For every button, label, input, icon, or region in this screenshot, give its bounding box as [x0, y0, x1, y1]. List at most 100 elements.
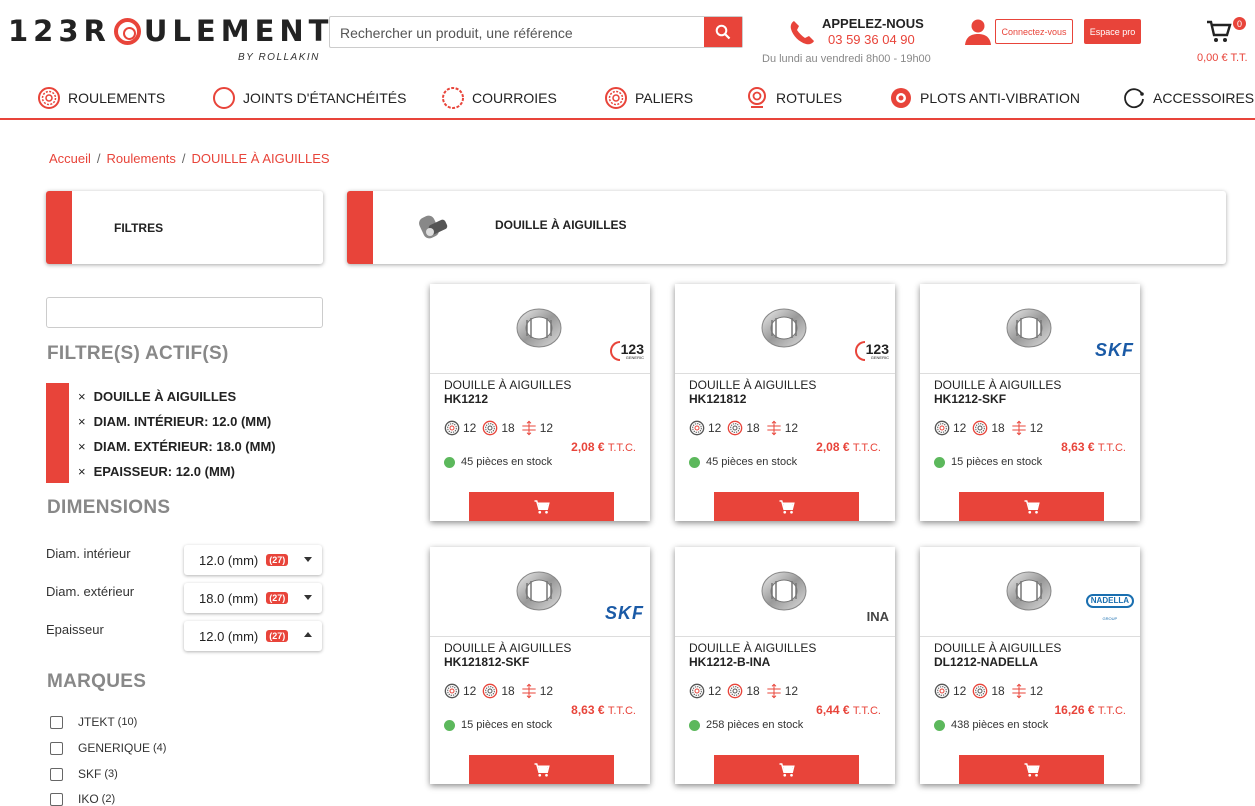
checkbox[interactable] [50, 715, 63, 729]
inner-diameter-icon [444, 420, 460, 436]
product-image-area[interactable]: 123 GENERIC [675, 284, 895, 374]
nav-item-plots[interactable]: PLOTS ANTI-VIBRATION [889, 86, 1080, 110]
product-reference[interactable]: HK1212-SKF [934, 392, 1006, 406]
product-type: DOUILLE À AIGUILLES [444, 641, 572, 655]
product-card[interactable]: INA DOUILLE À AIGUILLES HK1212-B-INA 12 … [675, 547, 895, 784]
seal-icon [213, 87, 235, 109]
brand-checkbox-item[interactable]: SKF (3) [50, 767, 118, 781]
dimensions-title: DIMENSIONS [47, 497, 171, 518]
user-icon[interactable] [963, 18, 993, 46]
inner-diameter-select[interactable]: 12.0 (mm) (27) [184, 545, 322, 575]
filters-title: FILTRES [114, 221, 164, 235]
search-input[interactable]: Rechercher un produit, une référence [330, 17, 704, 47]
rod-end-icon [748, 87, 766, 108]
product-type: DOUILLE À AIGUILLES [689, 641, 817, 655]
product-type: DOUILLE À AIGUILLES [444, 378, 572, 392]
active-filter-item[interactable]: × DOUILLE À AIGUILLES [78, 389, 236, 404]
active-filter-item[interactable]: × DIAM. EXTÉRIEUR: 18.0 (MM) [78, 439, 276, 454]
add-to-cart-button[interactable] [714, 755, 859, 784]
product-type: DOUILLE À AIGUILLES [689, 378, 817, 392]
category-title: DOUILLE À AIGUILLES [495, 218, 627, 232]
outer-diameter-select[interactable]: 18.0 (mm) (27) [184, 583, 322, 613]
width-icon [1011, 420, 1027, 436]
product-card[interactable]: 123 GENERIC DOUILLE À AIGUILLES HK1212 12… [430, 284, 650, 521]
remove-filter-icon[interactable]: × [78, 464, 86, 479]
call-number[interactable]: 03 59 36 04 90 [828, 32, 915, 47]
outer-diameter-icon [727, 683, 743, 699]
filter-search-input[interactable] [46, 297, 323, 328]
product-card[interactable]: 123 GENERIC DOUILLE À AIGUILLES HK121812 … [675, 284, 895, 521]
nav-label: ROTULES [776, 90, 843, 106]
stock-status: 258 pièces en stock [689, 719, 803, 731]
cart-icon [777, 498, 797, 516]
cart-icon[interactable] [1205, 18, 1233, 44]
product-dimensions: 12 18 12 [444, 420, 553, 436]
product-image [506, 557, 572, 623]
add-to-cart-button[interactable] [469, 492, 614, 521]
cart-icon [532, 498, 552, 516]
nav-item-paliers[interactable]: PALIERS [604, 86, 693, 110]
width-icon [766, 420, 782, 436]
cart-icon [777, 761, 797, 779]
add-to-cart-button[interactable] [714, 492, 859, 521]
nav-item-roulements[interactable]: ROULEMENTS [37, 86, 165, 110]
breadcrumb-category[interactable]: Roulements [107, 151, 176, 166]
active-filter-item[interactable]: × DIAM. INTÉRIEUR: 12.0 (MM) [78, 414, 271, 429]
panel-accent-bar [347, 191, 373, 264]
active-filters-title: FILTRE(S) ACTIF(S) [47, 343, 229, 364]
login-button[interactable]: Connectez-vous [995, 19, 1073, 44]
checkbox[interactable] [50, 767, 63, 781]
breadcrumb: Accueil / Roulements / DOUILLE À AIGUILLES [49, 151, 330, 166]
add-to-cart-button[interactable] [959, 755, 1104, 784]
product-card[interactable]: SKF DOUILLE À AIGUILLES HK121812-SKF 12 … [430, 547, 650, 784]
nav-item-courroies[interactable]: COURROIES [441, 86, 557, 110]
width-icon [521, 683, 537, 699]
add-to-cart-button[interactable] [959, 492, 1104, 521]
brand-logo: 123 GENERIC [609, 341, 644, 361]
product-dimensions: 12 18 12 [689, 420, 798, 436]
product-image-area[interactable]: INA [675, 547, 895, 637]
call-title: APPELEZ-NOUS [822, 16, 924, 31]
checkbox[interactable] [50, 792, 63, 806]
product-reference[interactable]: HK121812-SKF [444, 655, 529, 669]
checkbox[interactable] [50, 741, 63, 755]
bearing-icon [37, 86, 61, 110]
accessories-icon [1124, 88, 1144, 109]
site-logo[interactable]: 123R ULEMENT BY ROLLAKIN [8, 14, 333, 63]
filters-header-panel[interactable]: FILTRES [46, 191, 323, 264]
product-image-area[interactable]: SKF [430, 547, 650, 637]
outer-diameter-icon [727, 420, 743, 436]
brand-checkbox-item[interactable]: IKO (2) [50, 792, 115, 806]
product-image-area[interactable]: NADELLA GROUP [920, 547, 1140, 637]
site-header: 123R ULEMENT BY ROLLAKIN Rechercher un pr… [0, 0, 1255, 120]
active-filter-item[interactable]: × EPAISSEUR: 12.0 (MM) [78, 464, 235, 479]
thickness-select[interactable]: 12.0 (mm) (27) [184, 621, 322, 651]
product-reference[interactable]: HK1212-B-INA [689, 655, 770, 669]
nav-item-accessoires[interactable]: ACCESSOIRES [1122, 86, 1254, 110]
cart-total[interactable]: 0,00 € T.T. [1197, 52, 1248, 64]
search-button[interactable] [704, 17, 742, 47]
product-image-area[interactable]: SKF [920, 284, 1140, 374]
count-badge: (27) [266, 630, 289, 642]
product-reference[interactable]: HK1212 [444, 392, 488, 406]
brand-checkbox-item[interactable]: GENERIQUE (4) [50, 741, 166, 755]
remove-filter-icon[interactable]: × [78, 414, 86, 429]
product-card[interactable]: SKF DOUILLE À AIGUILLES HK1212-SKF 12 18… [920, 284, 1140, 521]
product-reference[interactable]: HK121812 [689, 392, 746, 406]
product-price: 8,63 € T.T.C. [1061, 440, 1126, 454]
add-to-cart-button[interactable] [469, 755, 614, 784]
in-stock-dot-icon [689, 456, 700, 468]
breadcrumb-home[interactable]: Accueil [49, 151, 91, 166]
nav-item-joints[interactable]: JOINTS D'ÉTANCHÉITÉS [212, 86, 406, 110]
brand-checkbox-item[interactable]: JTEKT (10) [50, 715, 137, 729]
search-bar[interactable]: Rechercher un produit, une référence [329, 16, 743, 48]
pro-space-button[interactable]: Espace pro [1084, 19, 1141, 44]
nav-item-rotules[interactable]: ROTULES [745, 86, 842, 110]
product-reference[interactable]: DL1212-NADELLA [934, 655, 1038, 669]
remove-filter-icon[interactable]: × [78, 389, 86, 404]
product-card[interactable]: NADELLA GROUP DOUILLE À AIGUILLES DL1212-… [920, 547, 1140, 784]
outer-diameter-icon [972, 683, 988, 699]
remove-filter-icon[interactable]: × [78, 439, 86, 454]
active-filters-accent-bar [46, 383, 69, 483]
product-image-area[interactable]: 123 GENERIC [430, 284, 650, 374]
